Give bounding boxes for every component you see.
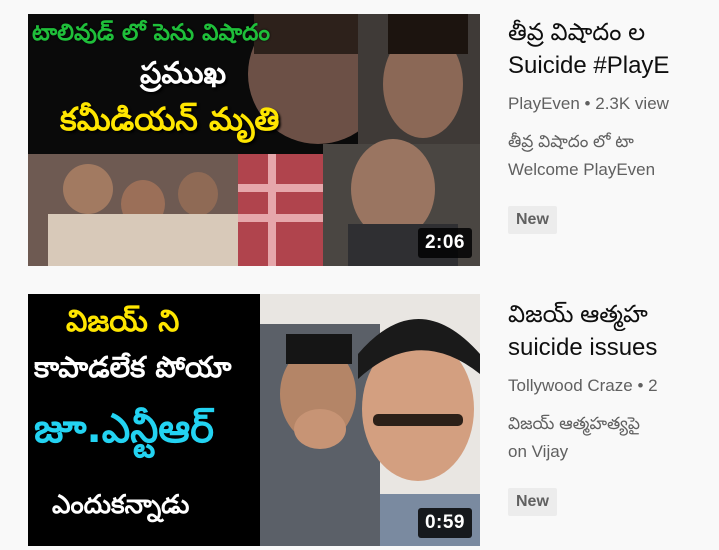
video-duration: 0:59 (417, 508, 472, 538)
new-badge: New (508, 488, 557, 516)
channel-name[interactable]: PlayEven (508, 94, 580, 113)
video-meta: PlayEven • 2.3K view (508, 94, 669, 113)
video-title-line2[interactable]: Suicide #PlayE (508, 49, 719, 82)
video-item[interactable]: విజయ్ ని కాపాడలేక పోయా జూ.ఎన్టీఆర్ ఎందుక… (0, 282, 719, 550)
thumbnail-caption-line1: విజయ్ ని (66, 304, 180, 339)
video-description: తీవ్ర విషాదం లో టా Welcome PlayEven (508, 132, 656, 179)
thumbnail-caption-line3: కమీడియన్ మృతి (60, 100, 280, 138)
video-description: విజయ్ ఆత్మహత్యపై on Vijay (508, 414, 641, 461)
video-duration: 2:06 (417, 228, 472, 258)
thumbnail-caption-line2: ప్రముఖ (140, 56, 227, 91)
video-title[interactable]: తీవ్ర విషాదం ల (508, 16, 719, 49)
video-thumbnail[interactable]: విజయ్ ని కాపాడలేక పోయా జూ.ఎన్టీఆర్ ఎందుక… (28, 294, 480, 546)
view-count: 2.3K view (595, 94, 669, 113)
video-info[interactable]: విజయ్ ఆత్మహ suicide issues Tollywood Cra… (508, 298, 719, 516)
video-item[interactable]: టాలివుడ్ లో పెను విషాదం ప్రముఖ కమీడియన్ … (0, 0, 719, 268)
new-badge: New (508, 206, 557, 234)
video-title[interactable]: విజయ్ ఆత్మహ (508, 298, 719, 331)
channel-name[interactable]: Tollywood Craze (508, 376, 633, 395)
video-info[interactable]: తీవ్ర విషాదం ల Suicide #PlayE PlayEven •… (508, 16, 719, 234)
video-thumbnail[interactable]: టాలివుడ్ లో పెను విషాదం ప్రముఖ కమీడియన్ … (28, 14, 480, 266)
thumbnail-caption-line3: జూ.ఎన్టీఆర్ (34, 406, 214, 452)
thumbnail-caption-line2: కాపాడలేక పోయా (34, 350, 232, 384)
view-count: 2 (648, 376, 658, 395)
video-title-line2[interactable]: suicide issues (508, 331, 719, 364)
video-meta: Tollywood Craze • 2 (508, 376, 658, 395)
thumbnail-caption-line4: ఎందుకన్నాడు (52, 490, 190, 520)
thumbnail-caption-line1: టాలివుడ్ లో పెను విషాదం (32, 20, 271, 46)
